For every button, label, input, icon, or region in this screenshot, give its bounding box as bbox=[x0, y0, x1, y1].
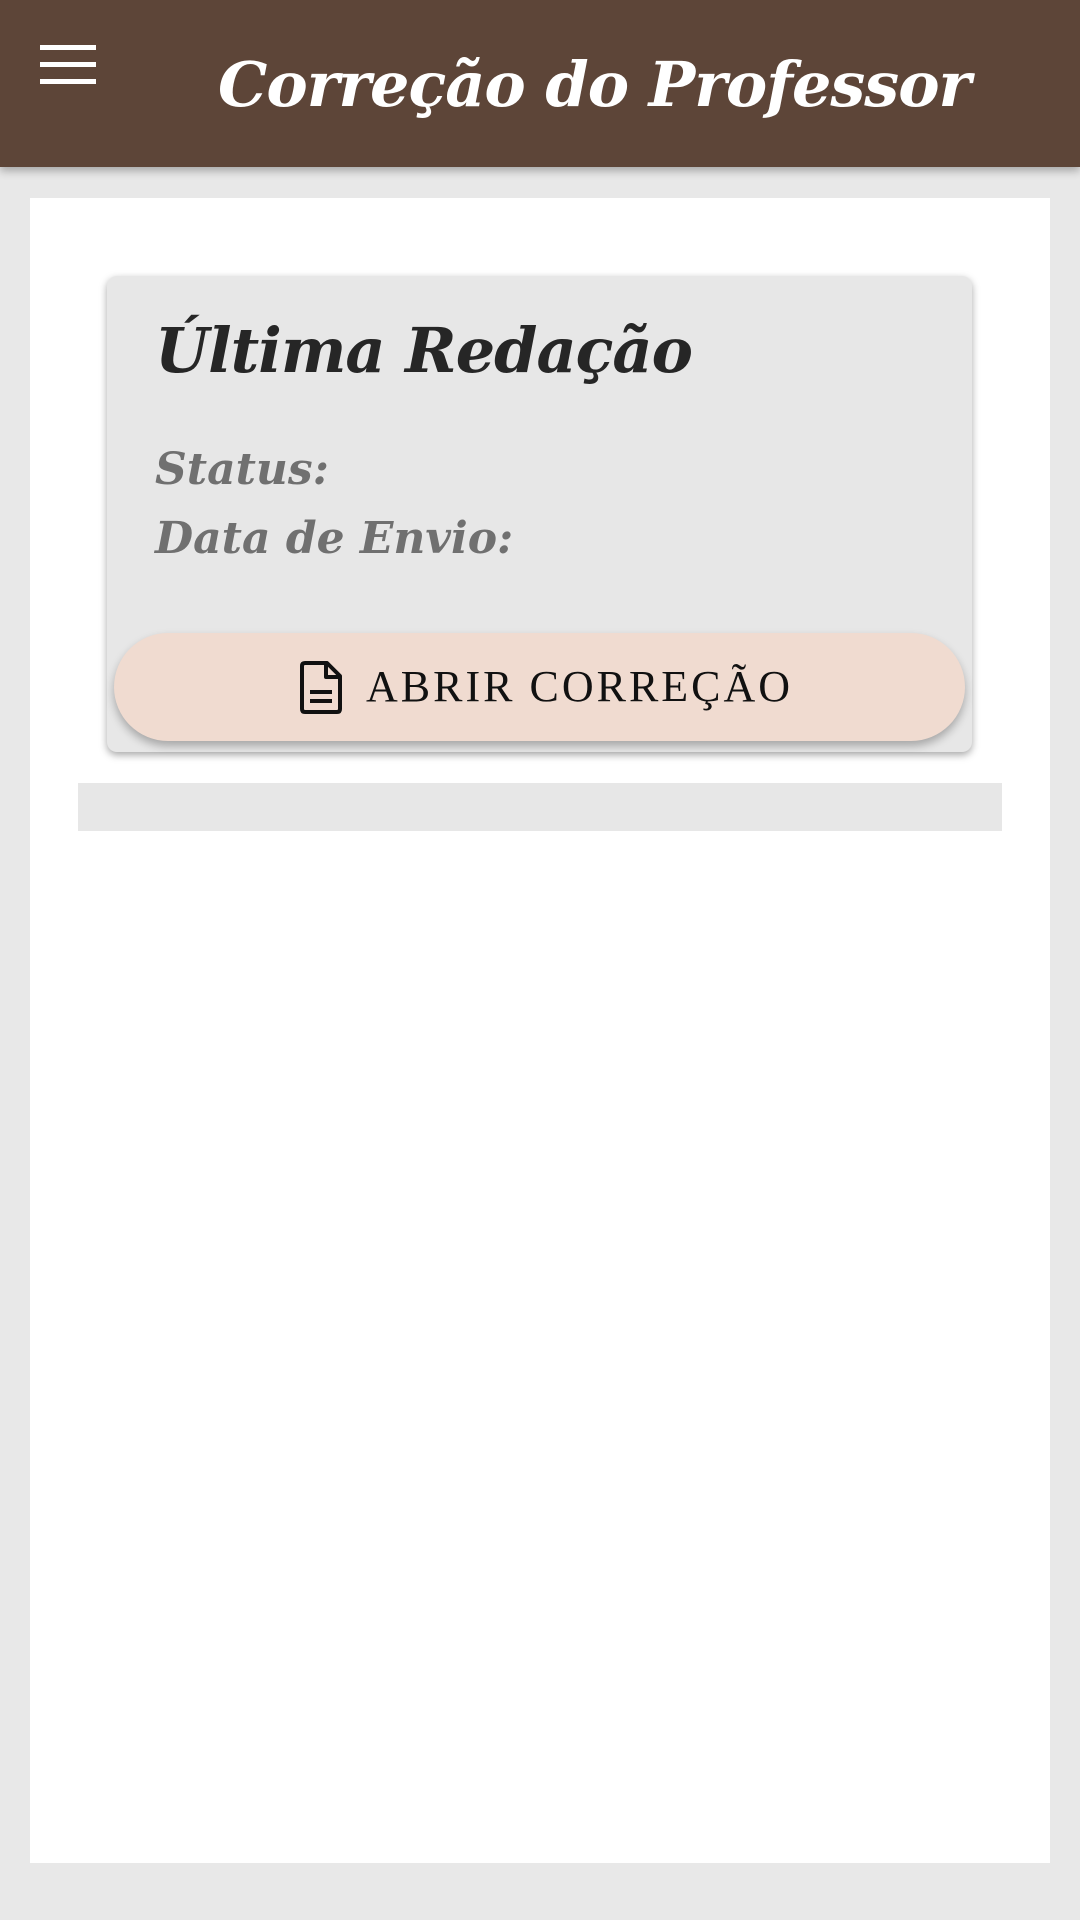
app-title: Correção do Professor bbox=[218, 48, 971, 121]
document-icon bbox=[299, 660, 343, 714]
open-correction-button[interactable]: ABRIR CORREÇÃO bbox=[114, 633, 965, 741]
submission-date-label: Data de Envio: bbox=[155, 513, 513, 564]
last-essay-card: Última Redação Status: Data de Envio: AB… bbox=[107, 276, 972, 752]
card-title: Última Redação bbox=[155, 314, 693, 387]
status-label-text: Status: bbox=[155, 444, 329, 495]
app-bar: Correção do Professor bbox=[0, 0, 1080, 167]
open-correction-label: ABRIR CORREÇÃO bbox=[366, 662, 794, 711]
hamburger-menu-icon bbox=[40, 45, 126, 85]
placeholder-bar bbox=[78, 783, 1002, 831]
status-label: Status: bbox=[155, 444, 329, 495]
menu-button[interactable] bbox=[40, 45, 126, 125]
submission-date-label-text: Data de Envio: bbox=[155, 513, 514, 564]
